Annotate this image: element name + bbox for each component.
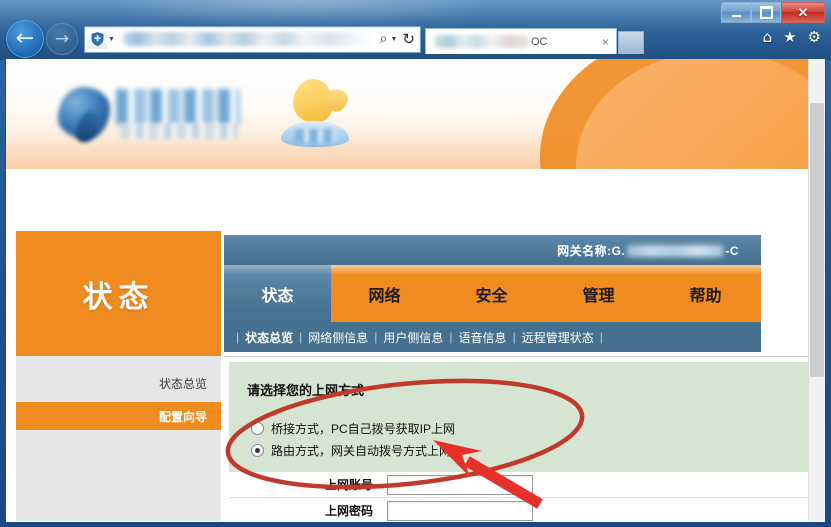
mascot-body-text-blurred [295, 129, 335, 143]
back-arrow-icon: ← [16, 28, 34, 50]
main-tab-3[interactable]: 管理 [545, 265, 652, 322]
tab-strip: OC × [425, 24, 644, 54]
window-controls: ✕ [721, 2, 825, 23]
main-tab-1[interactable]: 网络 [331, 265, 438, 322]
option-router-label: 路由方式，网关自动拨号方式上网 [271, 442, 451, 459]
page-scrollbar[interactable] [808, 59, 825, 521]
back-button[interactable]: ← [6, 20, 44, 58]
option-router-radio[interactable] [251, 444, 264, 457]
tab-title-visible: OC [531, 36, 548, 48]
account-field-label: 上网账号 [229, 476, 387, 493]
browser-tab[interactable]: OC × [425, 28, 617, 54]
gateway-name-label: 网关名称:G. -C [557, 242, 739, 259]
password-field-label: 上网密码 [229, 502, 387, 519]
content-heading: 请选择您的上网方式 [247, 380, 364, 399]
home-icon[interactable]: ⌂ [763, 30, 773, 45]
password-field-row: 上网密码 [229, 498, 810, 521]
search-dropdown-icon[interactable]: ▼ [390, 36, 397, 43]
page-viewport: 网关名称:G. -C 状态 状态 网络 安全 管理 帮助 | 状态总览 | 网络侧信息 | 用户侧信… [5, 58, 826, 522]
sub-tab-separator: | [449, 330, 452, 344]
sidebar-item-label: 配置向导 [159, 408, 207, 425]
gateway-name-strip: 网关名称:G. -C [224, 235, 761, 265]
content-inner: 请选择您的上网方式 桥接方式，PC自己拨号获取IP上网 路由方式，网关自动拨号方… [229, 362, 810, 521]
content-panel: 请选择您的上网方式 桥接方式，PC自己拨号获取IP上网 路由方式，网关自动拨号方… [224, 356, 810, 521]
new-tab-button[interactable] [618, 31, 644, 54]
security-shield-icon [87, 30, 107, 49]
address-bar-actions: ⌕ ▼ ↻ [380, 30, 420, 48]
tab-title-blurred [434, 35, 530, 48]
section-title-block: 状态 [16, 231, 221, 356]
left-sidebar: 状态总览配置向导 [16, 356, 221, 521]
account-input[interactable] [387, 475, 533, 495]
gateway-name-prefix: G. [612, 244, 626, 258]
search-magnifier-icon[interactable]: ⌕ [380, 31, 388, 47]
gateway-name-title: 网关名称: [557, 244, 612, 258]
browser-toolbar-icons: ⌂ ★ ⚙ [763, 30, 821, 45]
option-router-row[interactable]: 路由方式，网关自动拨号方式上网 [251, 442, 451, 459]
favorites-star-icon[interactable]: ★ [783, 30, 796, 45]
main-tab-bar: 状态 网络 安全 管理 帮助 [224, 265, 761, 322]
navigation-bar: ← → ▼ ⌕ ▼ ↻ OC × [0, 22, 831, 56]
sub-tab-separator: | [600, 330, 603, 344]
sub-tab-1[interactable]: 网络侧信息 [308, 329, 368, 346]
main-tab-label: 安全 [475, 282, 507, 306]
sidebar-item-0[interactable]: 状态总览 [16, 370, 221, 396]
minimize-button[interactable] [721, 2, 751, 23]
forward-arrow-icon: → [55, 31, 69, 48]
option-bridge-label: 桥接方式，PC自己拨号获取IP上网 [271, 420, 455, 437]
option-bridge-row[interactable]: 桥接方式，PC自己拨号获取IP上网 [251, 420, 455, 437]
logo-subtext-blurred [120, 123, 238, 139]
section-title: 状态 [83, 272, 155, 316]
sub-tab-separator: | [236, 330, 239, 344]
browser-window: ✕ ← → ▼ ⌕ ▼ ↻ [0, 0, 831, 527]
sidebar-item-label: 状态总览 [159, 375, 207, 392]
gateway-name-blurred [627, 245, 723, 257]
sub-tab-bar: | 状态总览 | 网络侧信息 | 用户侧信息 | 语音信息 | 远程管理状态 | [224, 322, 761, 352]
sub-tab-3[interactable]: 语音信息 [459, 329, 507, 346]
sub-tab-separator: | [299, 330, 302, 344]
tab-close-icon[interactable]: × [602, 35, 612, 49]
sub-tab-separator: | [374, 330, 377, 344]
account-field-row: 上网账号 [229, 472, 810, 497]
address-input[interactable] [122, 32, 376, 46]
main-tab-2[interactable]: 安全 [438, 265, 545, 322]
forward-button[interactable]: → [46, 23, 78, 55]
web-page: 网关名称:G. -C 状态 状态 网络 安全 管理 帮助 | 状态总览 | 网络侧信息 | 用户侧信… [6, 59, 810, 521]
close-icon: ✕ [798, 6, 809, 19]
main-tab-0[interactable]: 状态 [224, 265, 331, 322]
address-bar[interactable]: ▼ ⌕ ▼ ↻ [84, 26, 421, 53]
tools-gear-icon[interactable]: ⚙ [808, 30, 821, 45]
password-input[interactable] [387, 501, 533, 521]
gateway-name-suffix: -C [725, 244, 739, 258]
main-tabs: 状态 网络 安全 管理 帮助 [224, 265, 761, 322]
maximize-button[interactable] [751, 2, 781, 23]
close-button[interactable]: ✕ [781, 2, 825, 23]
scrollbar-thumb[interactable] [810, 103, 824, 377]
address-dropdown-icon[interactable]: ▼ [108, 36, 115, 43]
main-tab-4[interactable]: 帮助 [652, 265, 759, 322]
logo-text-blurred [116, 89, 240, 125]
main-tab-label: 帮助 [689, 282, 721, 306]
mascot-image [281, 79, 353, 147]
sub-tab-4[interactable]: 远程管理状态 [522, 329, 594, 346]
sub-tab-2[interactable]: 用户侧信息 [383, 329, 443, 346]
site-logo [58, 81, 243, 143]
sidebar-item-1[interactable]: 配置向导 [16, 402, 221, 430]
sub-tab-separator: | [513, 330, 516, 344]
option-bridge-radio[interactable] [251, 422, 264, 435]
site-banner [6, 59, 810, 169]
refresh-icon[interactable]: ↻ [402, 30, 415, 48]
main-tab-label: 网络 [368, 282, 400, 306]
sub-tab-0[interactable]: 状态总览 [245, 329, 293, 346]
main-tab-label: 状态 [261, 282, 293, 306]
main-tab-label: 管理 [582, 282, 614, 306]
